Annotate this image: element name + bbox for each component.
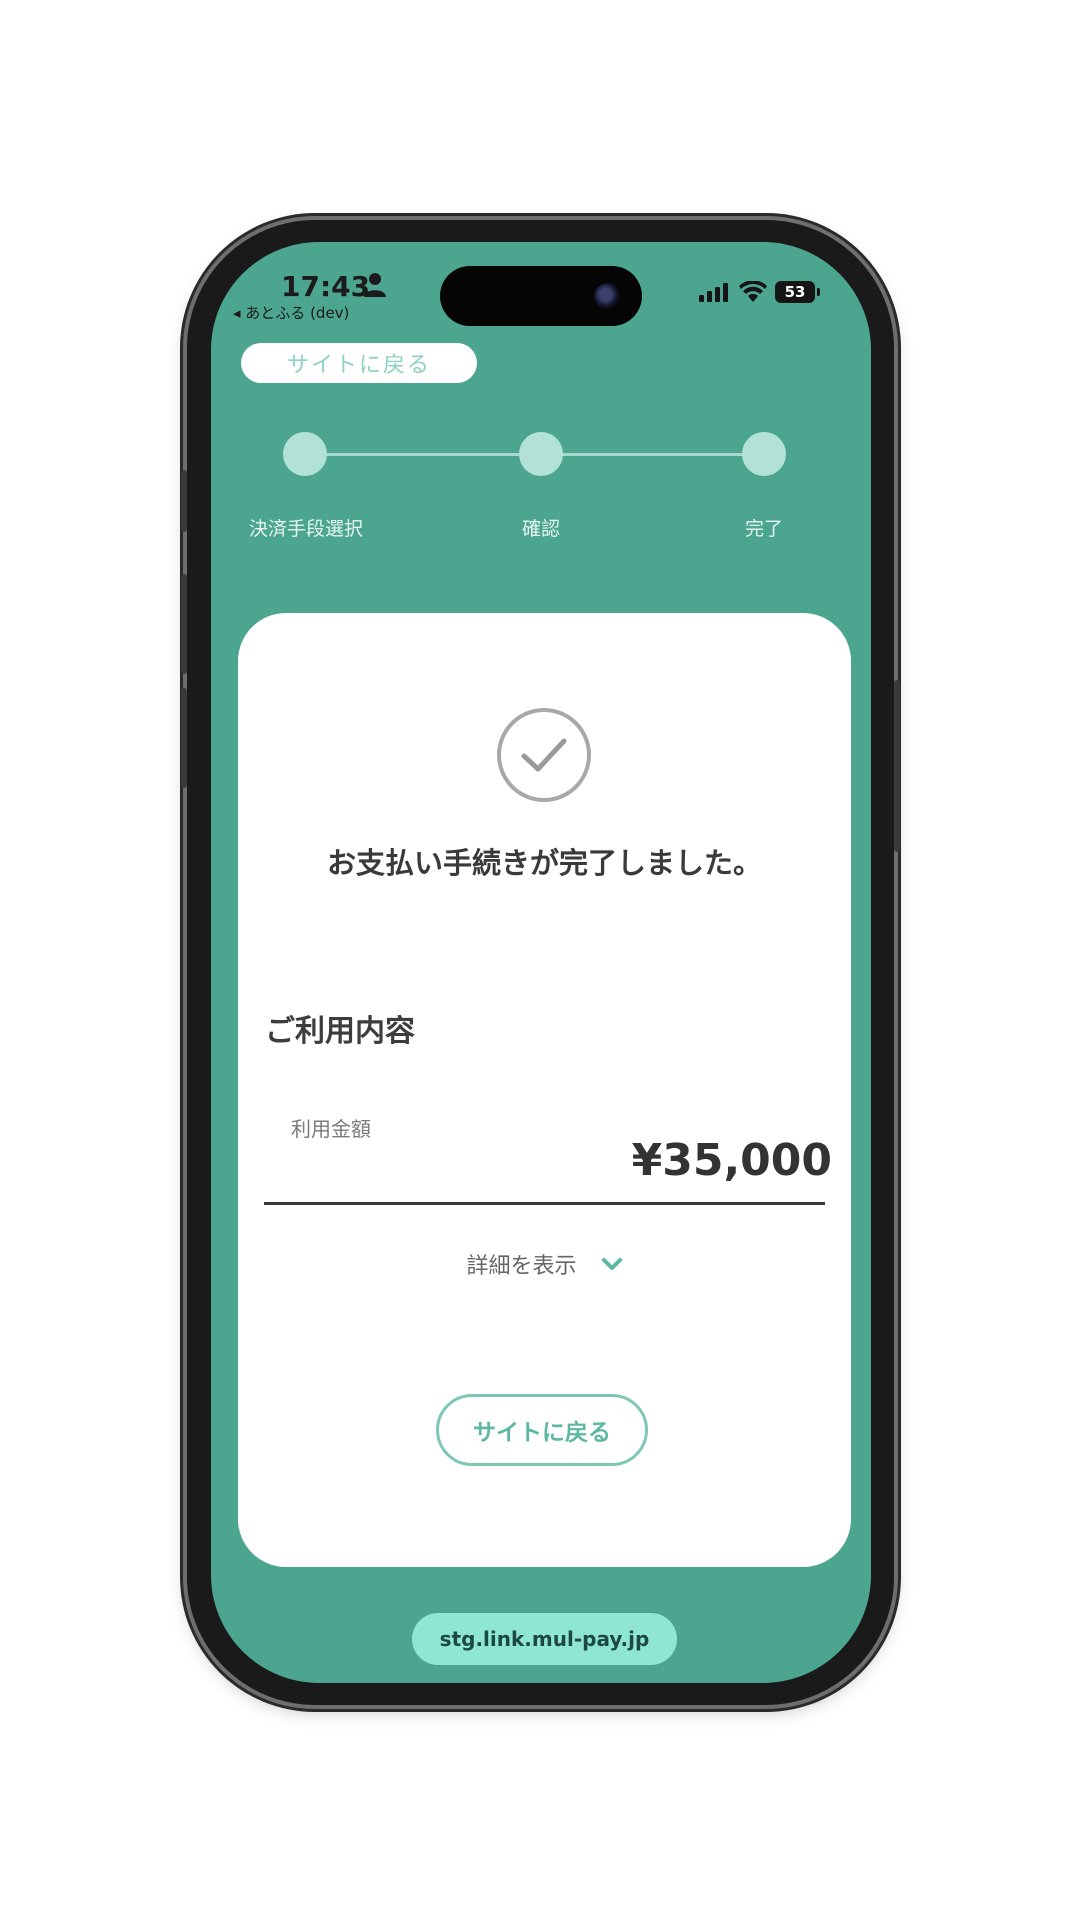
- wifi-icon: [739, 281, 767, 302]
- top-back-to-site-button[interactable]: サイトに戻る: [241, 343, 477, 383]
- phone-power-button: [894, 680, 900, 852]
- step-label-complete: 完了: [744, 518, 783, 540]
- phone-action-button: [181, 470, 187, 532]
- amount-divider: [264, 1202, 825, 1205]
- person-icon: [364, 273, 386, 297]
- status-indicators: 53: [699, 280, 820, 304]
- show-details-toggle[interactable]: 詳細を表示: [238, 1248, 851, 1280]
- status-time: 17:43: [281, 270, 371, 303]
- phone-screen: 17:43 ◂ あとふる (dev) 53 サイトに戻る 決済手段選択 確認 完…: [211, 242, 871, 1683]
- check-circle-icon: [497, 708, 591, 802]
- phone-volume-down-button: [181, 688, 187, 788]
- back-to-app-link[interactable]: ◂ あとふる (dev): [233, 302, 349, 323]
- amount-label: 利用金額: [291, 1117, 371, 1141]
- back-to-site-button[interactable]: サイトに戻る: [436, 1394, 648, 1466]
- completion-message: お支払い手続きが完了しました。: [326, 846, 762, 880]
- completion-card: お支払い手続きが完了しました。 ご利用内容 利用金額 ¥35,000 詳細を表示…: [238, 613, 851, 1567]
- show-details-label: 詳細を表示: [466, 1254, 577, 1279]
- signal-icon: [699, 283, 728, 302]
- phone-volume-up-button: [181, 574, 187, 674]
- chevron-down-icon: [601, 1258, 622, 1270]
- browser-url-bar[interactable]: stg.link.mul-pay.jp: [412, 1613, 677, 1665]
- step-dot-1: [283, 432, 327, 476]
- step-dot-3: [742, 432, 786, 476]
- step-label-confirm: 確認: [521, 518, 560, 540]
- usage-section-title: ご利用内容: [265, 1014, 415, 1049]
- camera-icon: [594, 283, 620, 309]
- dynamic-island: [440, 266, 642, 326]
- amount-value: ¥35,000: [631, 1135, 832, 1186]
- step-label-payment-method: 決済手段選択: [248, 518, 363, 540]
- battery-icon: 53: [775, 281, 820, 303]
- step-dot-2: [519, 432, 563, 476]
